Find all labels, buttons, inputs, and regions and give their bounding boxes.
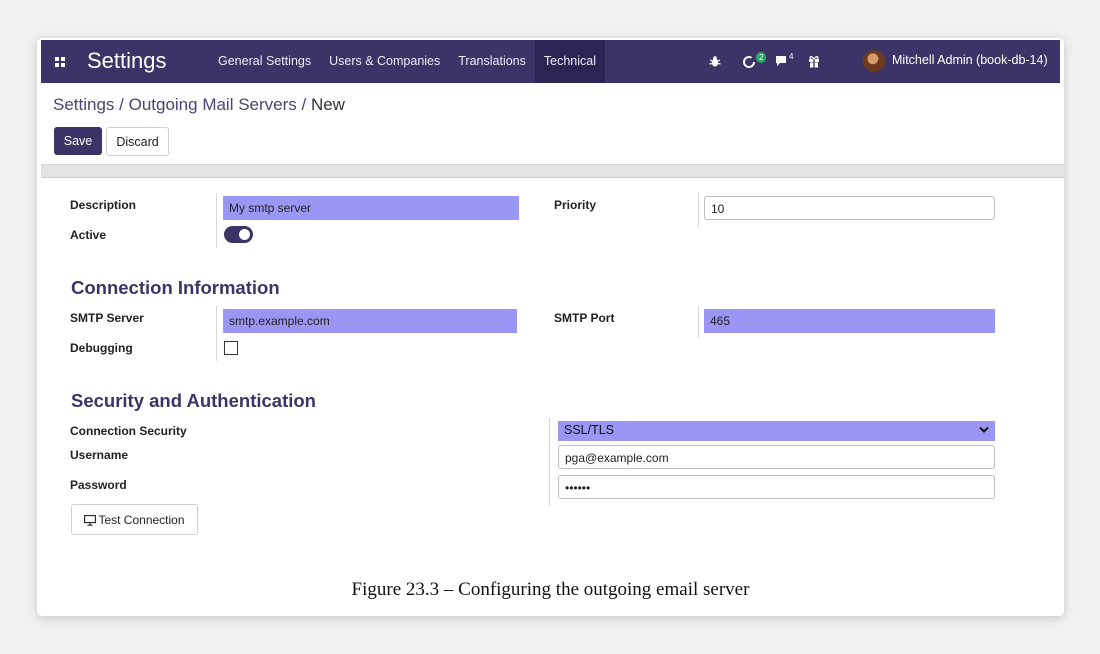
breadcrumb: Settings / Outgoing Mail Servers / New xyxy=(53,95,345,115)
connection-security-select[interactable]: SSL/TLS xyxy=(558,421,995,441)
debug-bug-icon[interactable] xyxy=(705,40,738,83)
connection-security-value: SSL/TLS xyxy=(564,423,615,437)
discard-button[interactable]: Discard xyxy=(106,127,169,156)
menu-users-companies[interactable]: Users & Companies xyxy=(320,40,449,83)
menu-general-settings[interactable]: General Settings xyxy=(209,40,320,83)
column-separator xyxy=(216,306,217,361)
menu-translations[interactable]: Translations xyxy=(449,40,535,83)
apps-menu-icon[interactable] xyxy=(55,57,65,67)
description-input[interactable]: My smtp server xyxy=(223,196,519,220)
smtp-port-input[interactable]: 465 xyxy=(704,309,995,333)
messages-count-badge: 4 xyxy=(789,52,794,61)
password-label: Password xyxy=(70,478,127,492)
column-separator xyxy=(698,193,699,228)
description-label: Description xyxy=(70,198,137,212)
test-connection-label: Test Connection xyxy=(98,512,185,527)
username-input[interactable]: pga@example.com xyxy=(558,445,995,469)
debugging-label: Debugging xyxy=(70,341,133,355)
priority-input[interactable]: 10 xyxy=(704,196,995,220)
save-button[interactable]: Save xyxy=(54,127,102,155)
activity-clock-icon[interactable]: 2 xyxy=(738,40,771,83)
control-panel-divider xyxy=(41,164,1064,178)
user-menu-name[interactable]: Mitchell Admin (book-db-14) xyxy=(892,53,1048,67)
breadcrumb-current: New xyxy=(310,95,345,114)
security-authentication-heading: Security and Authentication xyxy=(71,390,316,411)
password-input[interactable]: •••••• xyxy=(558,475,995,499)
priority-label: Priority xyxy=(554,198,597,212)
monitor-icon xyxy=(84,514,97,526)
column-separator xyxy=(698,306,699,338)
menu-technical[interactable]: Technical xyxy=(534,40,606,83)
debugging-checkbox[interactable] xyxy=(224,341,238,355)
breadcrumb-parent-link[interactable]: Settings / Outgoing Mail Servers / xyxy=(53,95,311,114)
column-separator xyxy=(549,418,550,506)
top-navbar: Settings General Settings Users & Compan… xyxy=(41,40,1060,83)
connection-security-label: Connection Security xyxy=(70,424,187,438)
smtp-port-label: SMTP Port xyxy=(554,311,615,325)
chevron-down-icon xyxy=(979,426,989,433)
main-menu: General Settings Users & Companies Trans… xyxy=(209,40,606,83)
gift-icon[interactable] xyxy=(804,40,837,83)
smtp-server-label: SMTP Server xyxy=(70,311,144,325)
column-separator xyxy=(216,193,217,248)
connection-information-heading: Connection Information xyxy=(71,277,280,298)
activity-count-badge: 2 xyxy=(756,52,767,63)
figure-caption: Figure 23.3 – Configuring the outgoing e… xyxy=(351,579,750,600)
username-label: Username xyxy=(70,448,129,462)
smtp-server-input[interactable]: smtp.example.com xyxy=(223,309,517,333)
active-label: Active xyxy=(70,228,107,242)
app-title: Settings xyxy=(87,48,167,73)
messages-chat-icon[interactable]: 4 xyxy=(771,40,804,83)
user-avatar[interactable] xyxy=(863,50,885,72)
screenshot-card: Settings General Settings Users & Compan… xyxy=(37,38,1064,616)
test-connection-button[interactable]: Test Connection xyxy=(71,504,198,535)
systray: 2 4 xyxy=(705,40,837,83)
active-toggle[interactable] xyxy=(224,226,253,243)
